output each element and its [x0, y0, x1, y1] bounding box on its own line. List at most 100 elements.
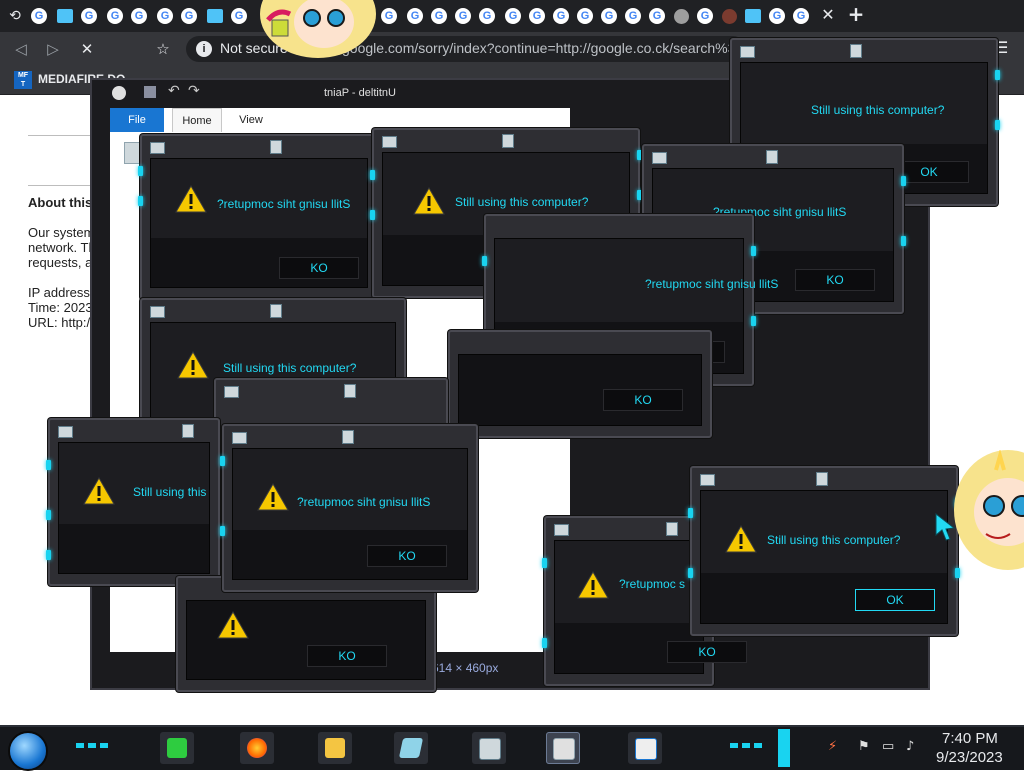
- tab-google[interactable]: G: [228, 5, 250, 27]
- back-button[interactable]: ◁: [10, 38, 32, 60]
- cartoon-mascot: [260, 0, 376, 58]
- message-dialog[interactable]: KO: [176, 576, 436, 692]
- stop-button[interactable]: ✕: [76, 38, 98, 60]
- tab-google[interactable]: G: [646, 5, 668, 27]
- start-button[interactable]: [8, 731, 48, 771]
- paint-icon: [112, 86, 126, 100]
- tab-google[interactable]: G: [78, 5, 100, 27]
- tab-google[interactable]: G: [598, 5, 620, 27]
- ok-button[interactable]: OK: [855, 589, 935, 611]
- cartoon-mascot: [954, 450, 1024, 570]
- message-dialog[interactable]: KO: [448, 330, 712, 438]
- tab-image[interactable]: [54, 5, 76, 27]
- clock-date[interactable]: 9/23/2023: [936, 749, 1003, 766]
- title-grip: [816, 472, 828, 486]
- dialog-message: Still using this computer?: [455, 195, 589, 209]
- paint-editor-icon: [553, 738, 575, 760]
- ok-button[interactable]: KO: [603, 389, 683, 411]
- warning-icon: [413, 187, 445, 215]
- new-tab-button[interactable]: +: [846, 4, 866, 24]
- tab-google[interactable]: G: [766, 5, 788, 27]
- bookmark-icon[interactable]: ☆: [152, 38, 174, 60]
- warning-icon: [177, 351, 209, 379]
- message-dialog[interactable]: Still using this: [46, 418, 220, 586]
- message-area: ?retupmoc siht gnisu llitS: [151, 159, 367, 239]
- network-icon[interactable]: ▭: [882, 739, 894, 754]
- ok-button[interactable]: KO: [307, 645, 387, 667]
- tab-google[interactable]: G: [574, 5, 596, 27]
- tab-view[interactable]: View: [228, 108, 274, 132]
- dialog-message: ?retupmoc siht gnisu llitS: [217, 197, 351, 211]
- tab-google[interactable]: G: [178, 5, 200, 27]
- tab-google[interactable]: G: [404, 5, 426, 27]
- tab-active[interactable]: [718, 5, 740, 27]
- tab-file[interactable]: File: [110, 108, 164, 132]
- history-icon[interactable]: ⟲: [4, 5, 26, 27]
- tab-google[interactable]: G: [128, 5, 150, 27]
- message-dialog[interactable]: ?retupmoc s KO: [542, 516, 747, 686]
- taskbar-notebook[interactable]: [394, 732, 428, 764]
- decor-light: [542, 558, 547, 568]
- message-dialog[interactable]: Still using this computer? OK: [688, 466, 960, 636]
- tab-image[interactable]: [742, 5, 764, 27]
- window-icon: [224, 386, 239, 398]
- google-icon: G: [553, 8, 569, 24]
- message-area: ?retupmoc s: [555, 541, 703, 623]
- google-icon: G: [131, 8, 147, 24]
- message-dialog[interactable]: ?retupmoc siht gnisu llitS KO: [138, 134, 380, 300]
- taskbar-image-viewer[interactable]: [628, 732, 662, 764]
- flag-icon[interactable]: ⚑: [858, 739, 870, 754]
- ok-button[interactable]: KO: [279, 257, 359, 279]
- tab-google[interactable]: G: [790, 5, 812, 27]
- taskbar-firefox[interactable]: [240, 732, 274, 764]
- tab-image[interactable]: [204, 5, 226, 27]
- decor-light: [688, 568, 693, 578]
- taskbar-file-explorer[interactable]: [318, 732, 352, 764]
- warning-icon: [175, 185, 207, 213]
- tab-google[interactable]: G: [428, 5, 450, 27]
- taskbar-calculator[interactable]: [472, 732, 506, 764]
- ok-button[interactable]: KO: [367, 545, 447, 567]
- canvas-size-label: 614 × 460px: [432, 661, 499, 675]
- info-icon[interactable]: i: [196, 41, 212, 57]
- decor-light: [901, 176, 906, 186]
- message-dialog[interactable]: ?retupmoc siht gnisu llitS KO: [220, 424, 478, 592]
- firefox-icon: [247, 738, 267, 758]
- google-icon: G: [601, 8, 617, 24]
- tab-google[interactable]: G: [694, 5, 716, 27]
- tab-google[interactable]: G: [28, 5, 50, 27]
- taskbar-scroll[interactable]: [778, 729, 790, 767]
- tab-google[interactable]: G: [622, 5, 644, 27]
- tab-google[interactable]: G: [502, 5, 524, 27]
- ok-button[interactable]: KO: [667, 641, 747, 663]
- google-icon: G: [81, 8, 97, 24]
- tab-google[interactable]: G: [476, 5, 498, 27]
- tab-globe[interactable]: [670, 5, 692, 27]
- tab-google[interactable]: G: [452, 5, 474, 27]
- window-icon: [554, 524, 569, 536]
- tab-home[interactable]: Home: [172, 108, 222, 133]
- clock-time[interactable]: 7:40 PM: [942, 730, 998, 747]
- page-text-line: URL: http://: [28, 315, 94, 330]
- url-text[interactable]: google.com/sorry/index?continue=http://g…: [342, 40, 752, 56]
- taskbar-spreadsheet[interactable]: [160, 732, 194, 764]
- tab-google[interactable]: G: [154, 5, 176, 27]
- tab-google[interactable]: G: [550, 5, 572, 27]
- title-grip: [766, 150, 778, 164]
- tab-google[interactable]: G: [378, 5, 400, 27]
- undo-icon[interactable]: ↶: [168, 83, 180, 99]
- taskbar-paint[interactable]: [546, 732, 580, 764]
- warning-icon: [257, 483, 289, 511]
- save-icon[interactable]: [144, 86, 156, 98]
- window-icon: [232, 432, 247, 444]
- redo-icon[interactable]: ↷: [188, 83, 200, 99]
- title-grip: [502, 134, 514, 148]
- tab-google[interactable]: G: [526, 5, 548, 27]
- forward-button[interactable]: ▷: [42, 38, 64, 60]
- ok-button[interactable]: KO: [795, 269, 875, 291]
- volume-icon[interactable]: ♪: [906, 739, 914, 754]
- close-tab-icon[interactable]: ✕: [818, 5, 838, 25]
- tab-google[interactable]: G: [104, 5, 126, 27]
- language-icon[interactable]: ⚡: [828, 739, 837, 754]
- dialog-content: ?retupmoc siht gnisu llitS KO: [150, 158, 368, 288]
